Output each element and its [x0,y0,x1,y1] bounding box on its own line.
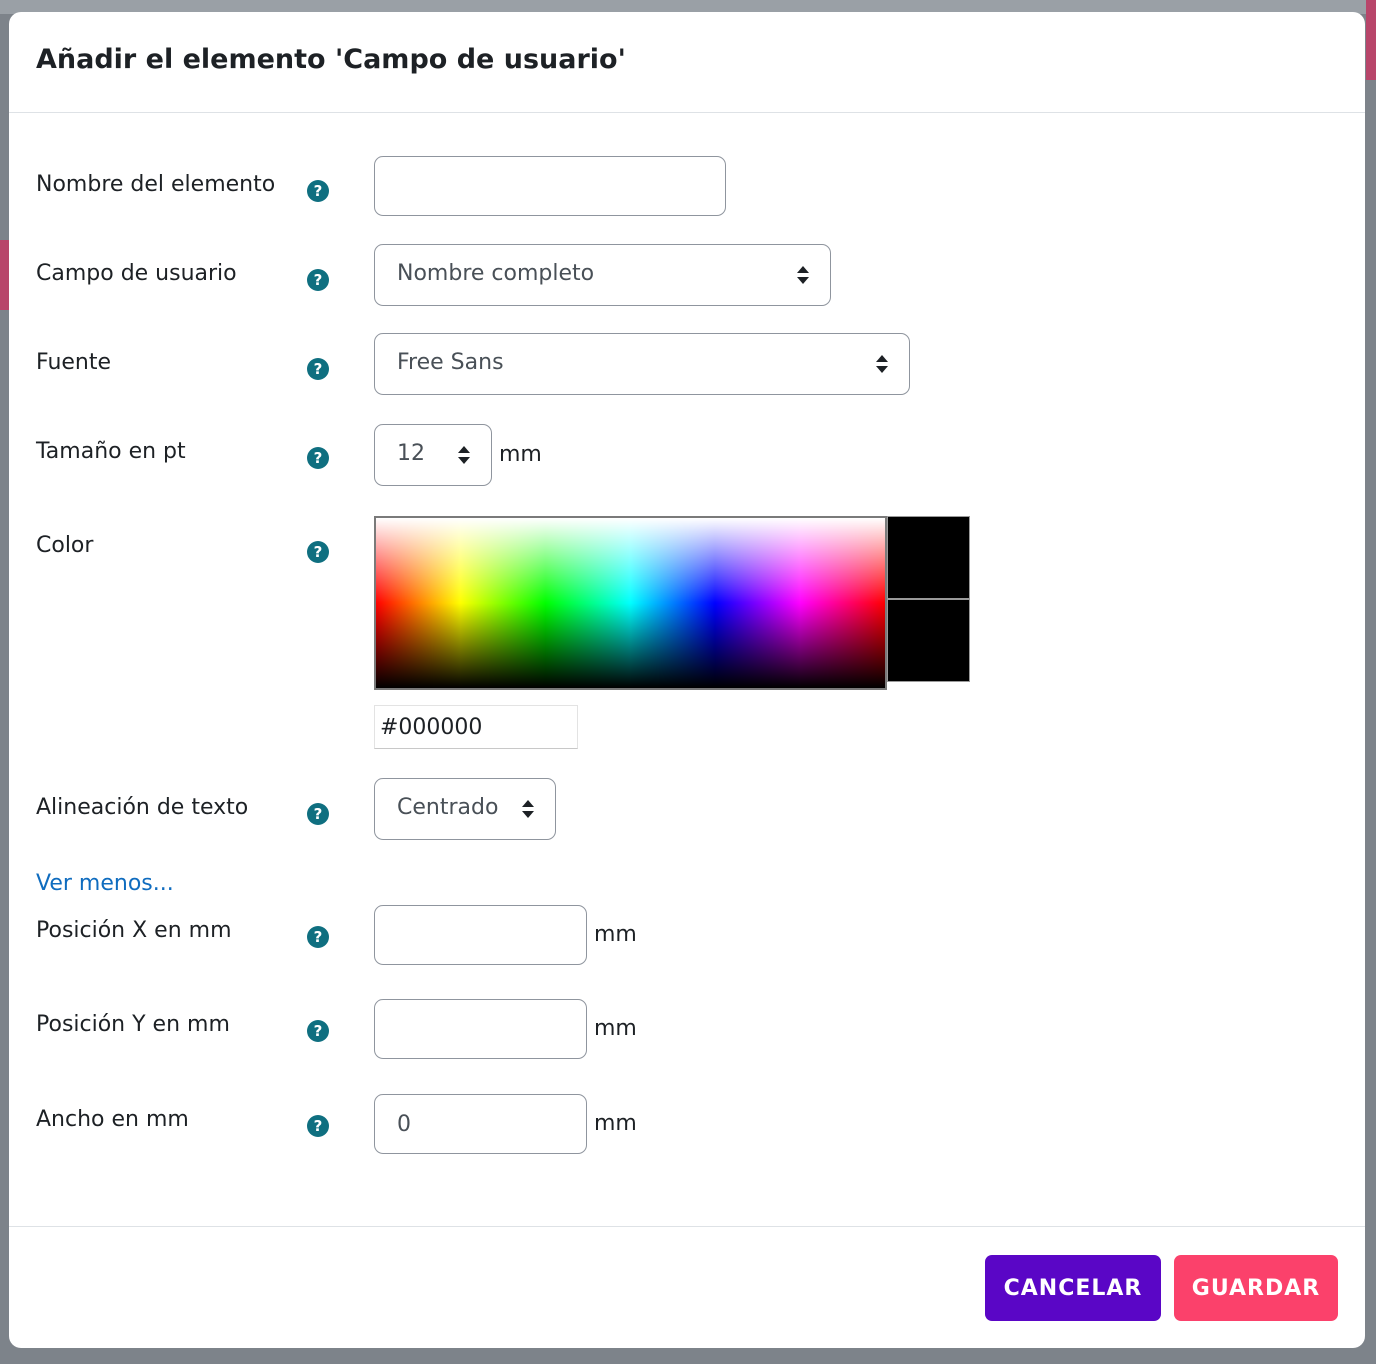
element-name-label: Nombre del elemento [36,172,276,197]
width-unit: mm [594,1111,637,1136]
text-alignment-label: Alineación de texto [36,795,249,820]
selected-color-swatch [887,516,970,599]
position-y-unit: mm [594,1016,637,1041]
help-icon[interactable]: ? [307,541,329,563]
show-less-link[interactable]: Ver menos... [36,871,174,896]
position-x-label: Posición X en mm [36,918,232,943]
cancel-button[interactable]: CANCELAR [985,1255,1161,1321]
text-alignment-selected: Centrado [397,795,499,820]
save-button[interactable]: GUARDAR [1174,1255,1338,1321]
current-color-swatch [887,599,970,682]
dialog-footer-divider [9,1226,1365,1227]
color-label: Color [36,533,94,558]
element-name-input[interactable] [374,156,726,216]
text-alignment-select[interactable]: Centrado [374,778,556,840]
width-label: Ancho en mm [36,1107,189,1132]
position-x-input[interactable] [374,905,587,965]
select-arrows-icon [876,355,888,373]
user-field-label: Campo de usuario [36,261,237,286]
position-y-input[interactable] [374,999,587,1059]
position-y-label: Posición Y en mm [36,1012,230,1037]
help-icon[interactable]: ? [307,803,329,825]
help-icon[interactable]: ? [307,447,329,469]
dialog-header: Añadir el elemento 'Campo de usuario' [9,12,1365,113]
help-icon[interactable]: ? [307,926,329,948]
select-arrows-icon [797,266,809,284]
position-x-unit: mm [594,922,637,947]
help-icon[interactable]: ? [307,1115,329,1137]
background-accent [0,240,9,310]
help-icon[interactable]: ? [307,358,329,380]
font-selected: Free Sans [397,350,504,375]
background-accent [1366,0,1376,80]
select-arrows-icon [458,446,470,464]
select-arrows-icon [522,800,534,818]
help-icon[interactable]: ? [307,1020,329,1042]
font-size-unit: mm [499,442,542,467]
help-icon[interactable]: ? [307,180,329,202]
add-element-dialog: Añadir el elemento 'Campo de usuario' No… [9,12,1365,1348]
width-input[interactable] [374,1094,587,1154]
color-spectrum-picker[interactable] [374,516,887,690]
user-field-selected: Nombre completo [397,261,595,286]
font-size-label: Tamaño en pt [36,439,186,464]
font-size-selected: 12 [397,441,425,466]
font-select[interactable]: Free Sans [374,333,910,395]
user-field-select[interactable]: Nombre completo [374,244,831,306]
font-label: Fuente [36,350,112,375]
help-icon[interactable]: ? [307,269,329,291]
color-hex-input[interactable] [374,705,578,749]
dialog-title: Añadir el elemento 'Campo de usuario' [36,44,626,75]
font-size-select[interactable]: 12 [374,424,492,486]
